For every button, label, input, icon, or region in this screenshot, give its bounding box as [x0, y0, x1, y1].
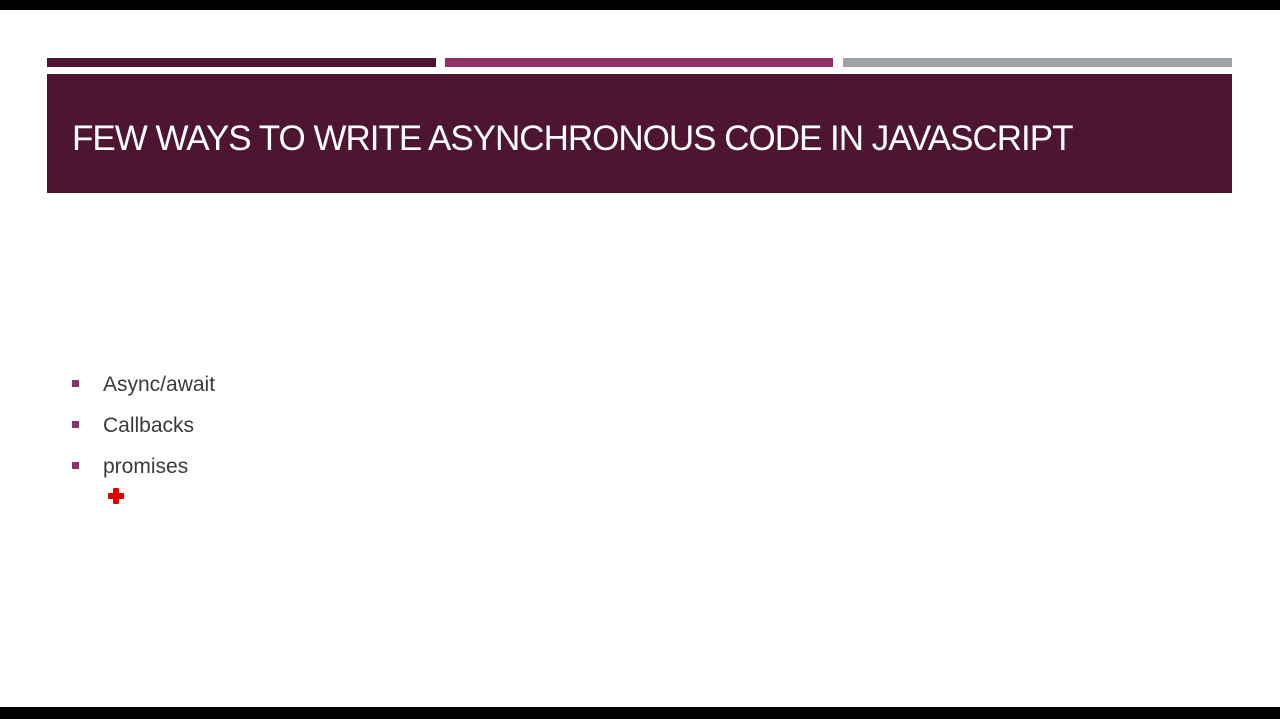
square-bullet-icon — [72, 421, 79, 428]
title-band: FEW WAYS TO WRITE ASYNCHRONOUS CODE IN J… — [47, 74, 1232, 193]
red-cross-pointer-icon — [108, 488, 124, 504]
accent-bar-gray — [843, 58, 1232, 67]
accent-bar-pink — [445, 58, 833, 67]
bullet-item-callbacks: Callbacks — [72, 405, 215, 446]
bullet-text: Callbacks — [103, 413, 195, 437]
bullet-item-promises: promises — [72, 446, 215, 487]
slide-title: FEW WAYS TO WRITE ASYNCHRONOUS CODE IN J… — [72, 118, 1073, 158]
bullet-text: Async/await — [103, 372, 216, 396]
square-bullet-icon — [72, 380, 79, 387]
accent-bar-dark — [47, 58, 436, 67]
bullet-text: promises — [103, 454, 189, 478]
bullet-item-async-await: Async/await — [72, 364, 215, 405]
square-bullet-icon — [72, 462, 79, 469]
slide: FEW WAYS TO WRITE ASYNCHRONOUS CODE IN J… — [0, 10, 1280, 707]
bullet-list: Async/await Callbacks promises — [72, 364, 215, 487]
